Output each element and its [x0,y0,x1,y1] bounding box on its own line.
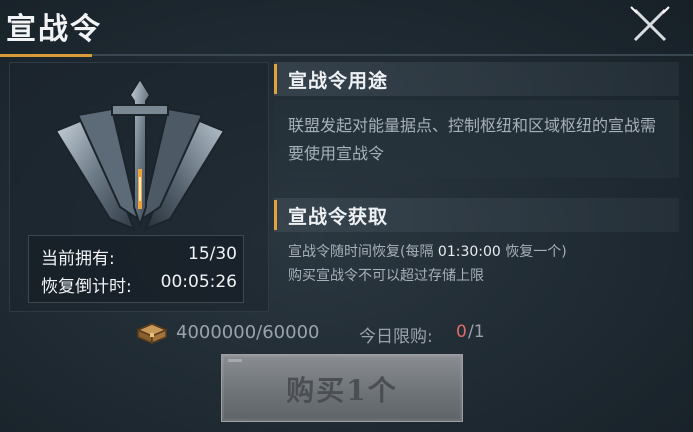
buy-one-button[interactable]: 购买1个 [221,354,463,422]
owned-value: 15/30 [188,244,237,264]
title-divider [0,54,693,56]
acquire-line-1-prefix: 宣战令随时间恢复(每隔 [288,244,434,260]
owned-label: 当前拥有: [41,249,115,269]
section-accent-bar [274,64,277,94]
acquire-line-1: 宣战令随时间恢复(每隔 01:30:00 恢复一个) [288,240,678,264]
usage-section-header: 宣战令用途 [274,62,679,96]
acquire-line-2: 购买宣战令不可以超过存储上限 [288,268,484,284]
button-corner-decoration [228,359,242,362]
buy-button-label: 购买1个 [286,374,398,407]
usage-description: 联盟发起对能量据点、控制枢纽和区域枢纽的宣战需要使用宣战令 [288,116,657,163]
acquire-description: 宣战令随时间恢复(每隔 01:30:00 恢复一个) 购买宣战令不可以超过存储上… [288,240,678,288]
countdown-value: 00:05:26 [160,272,237,292]
close-icon [630,6,670,42]
currency-amount: 4000000/60000 [176,322,320,343]
section-accent-bar [274,200,277,230]
treasure-chest-icon [136,323,168,344]
war-declaration-emblem-icon [54,79,226,231]
acquire-line-1-suffix: 恢复一个) [505,244,567,260]
recovery-interval: 01:30:00 [437,244,501,260]
title-divider-accent [0,54,92,57]
usage-heading: 宣战令用途 [288,70,389,92]
panel-title: 宣战令 [6,12,102,47]
stats-box: 当前拥有: 15/30 恢复倒计时: 00:05:26 [28,235,244,303]
close-button[interactable] [627,4,673,46]
acquire-heading: 宣战令获取 [288,206,389,228]
daily-limit-current: 0 [456,322,467,342]
daily-limit-max: /1 [468,322,485,342]
usage-box: 联盟发起对能量据点、控制枢纽和区域枢纽的宣战需要使用宣战令 [274,100,679,178]
countdown-label: 恢复倒计时: [41,277,132,297]
acquire-section-header: 宣战令获取 [274,198,679,232]
daily-limit-label: 今日限购: [359,327,433,347]
item-info-box: 当前拥有: 15/30 恢复倒计时: 00:05:26 [9,62,269,312]
